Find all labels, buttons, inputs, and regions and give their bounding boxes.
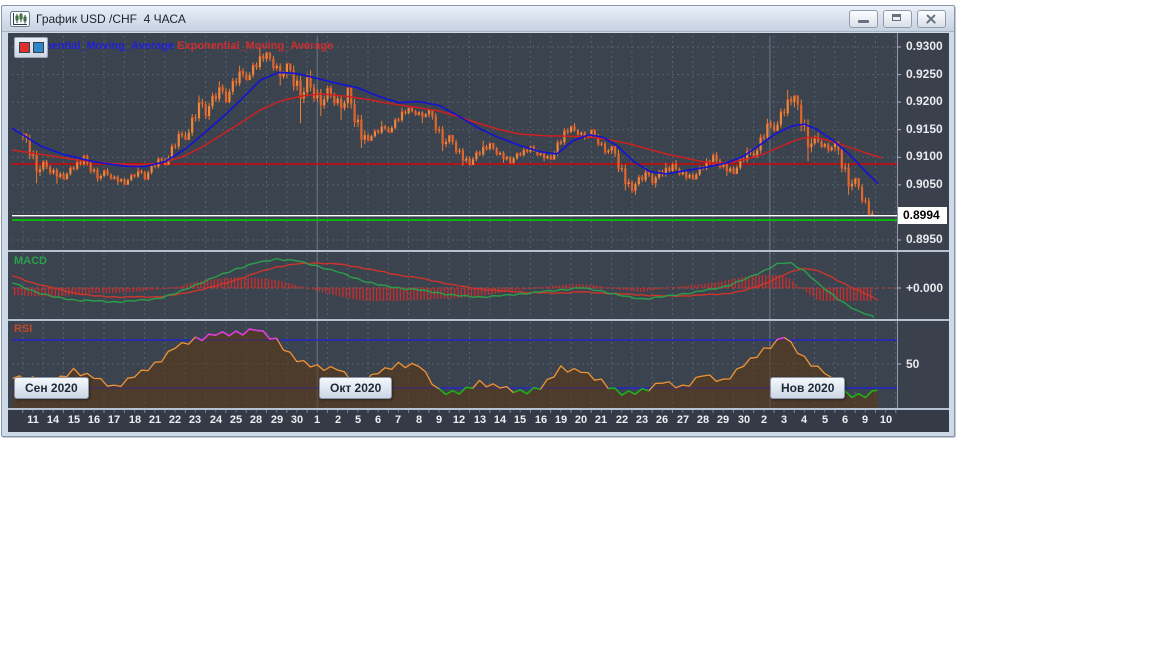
date-tick-label: 24 bbox=[209, 414, 223, 426]
date-tick-label: 14 bbox=[46, 414, 60, 426]
blue-swatch-icon bbox=[32, 42, 44, 53]
date-tick-label: 26 bbox=[655, 414, 669, 426]
rsi-panel-label: RSI bbox=[14, 323, 33, 335]
date-tick-label: 7 bbox=[394, 414, 402, 426]
date-tick-label: 16 bbox=[87, 414, 101, 426]
date-tick-label: 2 bbox=[760, 414, 768, 426]
date-tick-label: 14 bbox=[493, 414, 507, 426]
window-titlebar[interactable]: График USD /CHF 4 ЧАСА bbox=[2, 6, 954, 32]
chart-window: График USD /CHF 4 ЧАСА Exponential_Movin… bbox=[1, 5, 955, 437]
date-tick-label: 21 bbox=[594, 414, 608, 426]
date-tick-label: 18 bbox=[128, 414, 142, 426]
date-tick-label: 17 bbox=[107, 414, 121, 426]
date-tick-label: 3 bbox=[780, 414, 788, 426]
candlestick-chart-icon bbox=[10, 10, 30, 27]
candles-series bbox=[21, 45, 874, 216]
date-tick-label: 4 bbox=[800, 414, 808, 426]
macd-panel-label: MACD bbox=[14, 255, 47, 267]
panel-separator-main-macd[interactable] bbox=[8, 250, 949, 252]
minimize-button[interactable] bbox=[849, 9, 878, 28]
price-tick-label: 0.9200 bbox=[906, 94, 943, 108]
month-label-box: Окт 2020 bbox=[319, 377, 393, 399]
date-tick-label: 6 bbox=[841, 414, 849, 426]
date-tick-label: 23 bbox=[188, 414, 202, 426]
date-tick-label: 28 bbox=[249, 414, 263, 426]
date-tick-label: 23 bbox=[635, 414, 649, 426]
date-tick-label: 1 bbox=[313, 414, 321, 426]
rsi-fill-area bbox=[12, 329, 878, 408]
date-tick-label: 5 bbox=[821, 414, 829, 426]
date-tick-label: 21 bbox=[148, 414, 162, 426]
month-label-box: Сен 2020 bbox=[14, 377, 89, 399]
date-tick-label: 25 bbox=[229, 414, 243, 426]
legend-ema-slow-label: Exponential_Moving_Average bbox=[177, 40, 334, 52]
desktop-background: График USD /CHF 4 ЧАСА Exponential_Movin… bbox=[0, 0, 1152, 648]
date-tick-label: 30 bbox=[290, 414, 304, 426]
date-tick-label: 5 bbox=[354, 414, 362, 426]
month-label-box: Нов 2020 bbox=[770, 377, 846, 399]
date-tick-label: 22 bbox=[615, 414, 629, 426]
macd-axis-value: +0.000 bbox=[906, 281, 944, 295]
date-tick-label: 27 bbox=[676, 414, 690, 426]
chart-canvas[interactable] bbox=[8, 33, 949, 432]
price-tick-label: 0.8950 bbox=[906, 232, 943, 246]
restore-icon bbox=[892, 13, 901, 21]
close-icon bbox=[918, 11, 945, 27]
indicator-legend: Exponential_Moving_Average Exponential_M… bbox=[18, 40, 333, 52]
legend-swatch-box bbox=[14, 37, 48, 58]
date-tick-label: 12 bbox=[452, 414, 466, 426]
minimize-icon bbox=[858, 19, 869, 23]
date-tick-label: 29 bbox=[716, 414, 730, 426]
restore-button[interactable] bbox=[883, 9, 912, 28]
price-tick-label: 0.9050 bbox=[906, 177, 943, 191]
date-tick-label: 29 bbox=[270, 414, 284, 426]
chart-content: Exponential_Moving_Average Exponential_M… bbox=[8, 33, 949, 432]
date-tick-label: 2 bbox=[334, 414, 342, 426]
panel-separator-rsi-dates[interactable] bbox=[8, 408, 949, 410]
date-tick-label: 15 bbox=[67, 414, 81, 426]
date-tick-label: 16 bbox=[534, 414, 548, 426]
rsi-axis-value: 50 bbox=[906, 357, 920, 371]
date-tick-label: 19 bbox=[554, 414, 568, 426]
date-tick-label: 13 bbox=[473, 414, 487, 426]
date-tick-label: 28 bbox=[696, 414, 710, 426]
date-tick-label: 9 bbox=[435, 414, 443, 426]
date-tick-label: 10 bbox=[879, 414, 893, 426]
panel-separator-macd-rsi[interactable] bbox=[8, 319, 949, 321]
date-tick-label: 30 bbox=[737, 414, 751, 426]
date-tick-label: 22 bbox=[168, 414, 182, 426]
date-tick-label: 20 bbox=[574, 414, 588, 426]
price-tick-label: 0.9250 bbox=[906, 67, 943, 81]
date-tick-label: 11 bbox=[27, 414, 39, 426]
ema-fast-line bbox=[11, 71, 879, 185]
price-tick-label: 0.9100 bbox=[906, 149, 943, 163]
close-button[interactable] bbox=[917, 9, 946, 28]
date-tick-label: 15 bbox=[513, 414, 527, 426]
red-swatch-icon bbox=[18, 42, 30, 53]
date-tick-label: 9 bbox=[861, 414, 869, 426]
price-tick-label: 0.9150 bbox=[906, 122, 943, 136]
window-title: График USD /CHF 4 ЧАСА bbox=[36, 11, 186, 26]
date-tick-label: 6 bbox=[374, 414, 382, 426]
date-tick-label: 8 bbox=[415, 414, 423, 426]
price-tick-label: 0.9300 bbox=[906, 39, 943, 53]
current-price-box: 0.8994 bbox=[898, 207, 947, 224]
